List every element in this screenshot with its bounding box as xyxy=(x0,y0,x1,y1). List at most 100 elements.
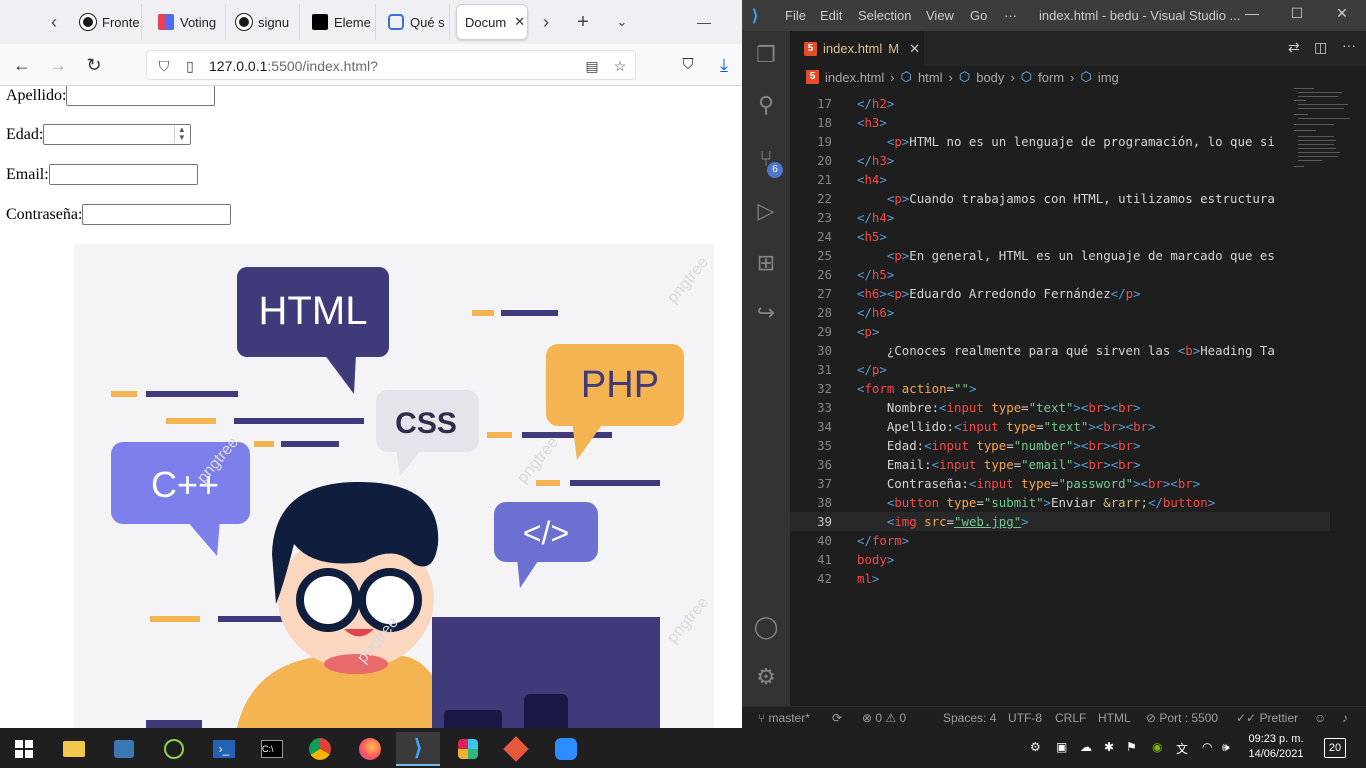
tray-cloud-icon[interactable]: ☁ xyxy=(1080,740,1092,754)
settings-gear-icon[interactable]: ⚙ xyxy=(742,653,790,701)
prettier-status[interactable]: ✓✓ Prettier xyxy=(1236,711,1298,725)
tray-bluetooth-devices-icon[interactable]: ⚙ xyxy=(1030,740,1041,754)
source-control-icon[interactable]: ⑂ 6 xyxy=(742,135,790,183)
code-line[interactable]: 39 <img src="web.jpg"> xyxy=(790,512,1330,531)
shield-icon[interactable]: ⛉ xyxy=(155,57,173,75)
page-icon[interactable]: ▯ xyxy=(181,57,199,75)
branch-status[interactable]: ⑂ master* xyxy=(758,711,810,725)
indentation-status[interactable]: Spaces: 4 xyxy=(943,711,996,725)
contrasena-input[interactable] xyxy=(82,204,232,225)
clock[interactable]: 09:23 p. m. 14/06/2021 xyxy=(1245,732,1307,762)
code-line[interactable]: 23 </h4> xyxy=(790,208,1330,227)
code-line[interactable]: 25 <p>En general, HTML es un lenguaje de… xyxy=(790,246,1330,265)
browser-tab-1[interactable]: Fronte xyxy=(72,4,142,40)
breadcrumb-body[interactable]: body xyxy=(976,70,1004,85)
app-icon[interactable] xyxy=(154,732,194,766)
bookmark-star-icon[interactable]: ☆ xyxy=(611,57,629,75)
code-line[interactable]: 20 </h3> xyxy=(790,151,1330,170)
new-tab-icon[interactable]: + xyxy=(571,10,595,34)
firefox-icon[interactable] xyxy=(350,732,390,766)
code-line[interactable]: 27 <h6><p>Eduardo Arredondo Fernández</p> xyxy=(790,284,1330,303)
close-icon[interactable]: ✕ xyxy=(1332,5,1352,22)
close-icon[interactable]: ✕ xyxy=(514,14,525,30)
code-line[interactable]: 26 </h5> xyxy=(790,265,1330,284)
editor-tab-index-html[interactable]: 5 index.html M ✕ xyxy=(790,31,924,66)
python-idle-icon[interactable] xyxy=(104,732,144,766)
browser-tab-4[interactable]: Eleme xyxy=(304,4,376,40)
tray-zoom-icon[interactable]: ▣ xyxy=(1056,740,1067,754)
encoding-status[interactable]: UTF-8 xyxy=(1008,711,1042,725)
email-input[interactable] xyxy=(48,164,198,185)
zoom-icon[interactable] xyxy=(546,732,586,766)
code-line[interactable]: 28 </h6> xyxy=(790,303,1330,322)
breadcrumb-file[interactable]: index.html xyxy=(825,70,884,85)
notification-center-icon[interactable]: 20 xyxy=(1324,738,1346,758)
tab-scroll-left-icon[interactable]: ‹ xyxy=(42,10,66,34)
input-method-icon[interactable]: 文 xyxy=(1176,740,1188,757)
minimize-icon[interactable]: — xyxy=(1242,5,1262,21)
code-line[interactable]: 42 ml> xyxy=(790,569,1330,588)
pocket-icon[interactable]: ⛉ xyxy=(676,53,700,77)
code-line[interactable]: 29 <p> xyxy=(790,322,1330,341)
terminal-icon[interactable]: C:\ xyxy=(252,732,292,766)
code-line[interactable]: 34 Apellido:<input type="text"><br><br> xyxy=(790,417,1330,436)
list-tabs-icon[interactable]: ⌄ xyxy=(610,10,634,34)
code-line[interactable]: 31 </p> xyxy=(790,360,1330,379)
split-editor-icon[interactable]: ◫ xyxy=(1314,39,1327,56)
bluetooth-icon[interactable]: ✱ xyxy=(1104,740,1114,754)
close-icon[interactable]: ✕ xyxy=(909,41,920,57)
number-spinner-icon[interactable]: ▲ ▼ xyxy=(174,126,188,143)
problems-status[interactable]: ⊗ 0 ⚠ 0 xyxy=(862,711,906,725)
breadcrumb-form[interactable]: form xyxy=(1038,70,1064,85)
reader-view-icon[interactable]: ▤ xyxy=(583,57,601,75)
apellido-input[interactable] xyxy=(66,86,216,106)
vscode-taskbar-icon[interactable]: ⟩ xyxy=(396,732,440,766)
extensions-icon[interactable]: ⊞ xyxy=(742,239,790,287)
more-actions-icon[interactable]: ··· xyxy=(1342,37,1356,53)
code-line[interactable]: 21 <h4> xyxy=(790,170,1330,189)
download-icon[interactable]: ⤓ xyxy=(712,53,736,77)
minimap[interactable] xyxy=(1290,84,1354,184)
code-editor[interactable]: 17 </h2> 18 <h3> 19 <p>HTML no es un lenguaj… xyxy=(790,84,1366,706)
code-line[interactable]: 35 Edad:<input type="number"><br><br> xyxy=(790,436,1330,455)
account-icon[interactable]: ◯ xyxy=(742,603,790,651)
code-line[interactable]: 37 Contraseña:<input type="password"><br… xyxy=(790,474,1330,493)
code-line[interactable]: 33 Nombre:<input type="text"><br><br> xyxy=(790,398,1330,417)
chrome-icon[interactable] xyxy=(300,732,340,766)
breadcrumb-html[interactable]: html xyxy=(918,70,943,85)
menu-more[interactable]: ··· xyxy=(1004,8,1017,23)
notifications-bell-icon[interactable]: ♪ xyxy=(1342,711,1348,725)
code-line[interactable]: 38 <button type="submit">Enviar &rarr;</… xyxy=(790,493,1330,512)
file-explorer-icon[interactable] xyxy=(54,732,94,766)
code-line[interactable]: 18 <h3> xyxy=(790,113,1330,132)
breadcrumb-img[interactable]: img xyxy=(1098,70,1119,85)
windows-start-icon[interactable] xyxy=(4,732,44,766)
powershell-icon[interactable]: ›_ xyxy=(204,732,244,766)
edad-input[interactable] xyxy=(43,124,192,145)
live-share-icon[interactable]: ↪ xyxy=(742,289,790,337)
browser-tab-active[interactable]: Docum ✕ xyxy=(456,4,528,40)
menu-edit[interactable]: Edit xyxy=(820,8,842,23)
slack-icon[interactable] xyxy=(448,732,488,766)
maximize-icon[interactable]: ☐ xyxy=(1287,5,1307,22)
browser-tab-3[interactable]: signu xyxy=(228,4,300,40)
code-line[interactable]: 40 </form> xyxy=(790,531,1330,550)
nvidia-icon[interactable]: ◉ xyxy=(1152,740,1162,754)
git-client-icon[interactable] xyxy=(496,732,536,766)
volume-icon[interactable]: 🕪 xyxy=(1222,740,1230,755)
menu-file[interactable]: File xyxy=(785,8,806,23)
code-line[interactable]: 24 <h5> xyxy=(790,227,1330,246)
search-icon[interactable]: ⚲ xyxy=(742,81,790,129)
feedback-icon[interactable]: ☺ xyxy=(1314,711,1326,725)
code-line[interactable]: 19 <p>HTML no es un lenguaje de programa… xyxy=(790,132,1330,151)
wifi-icon[interactable]: ◠ xyxy=(1202,740,1212,754)
code-line[interactable]: 32 <form action=""> xyxy=(790,379,1330,398)
browser-tab-5[interactable]: Qué s xyxy=(380,4,450,40)
minimize-icon[interactable]: — xyxy=(692,10,716,34)
tab-scroll-right-icon[interactable]: › xyxy=(534,10,558,34)
code-line[interactable]: 41 body> xyxy=(790,550,1330,569)
back-icon[interactable]: ← xyxy=(10,53,34,77)
code-line[interactable]: 22 <p>Cuando trabajamos con HTML, utiliz… xyxy=(790,189,1330,208)
language-status[interactable]: HTML xyxy=(1098,711,1131,725)
menu-go[interactable]: Go xyxy=(970,8,987,23)
